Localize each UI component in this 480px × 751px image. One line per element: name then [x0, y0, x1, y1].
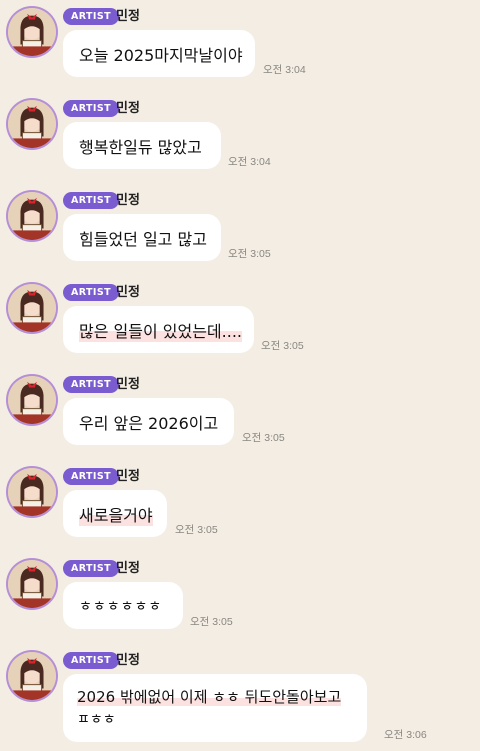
profile-photo-icon: [8, 560, 56, 608]
message-text: 힘들었던 일고 많고: [79, 229, 207, 249]
message-row: ARTIST 민정 ㅎㅎㅎㅎㅎㅎ 오전 3:05: [0, 556, 480, 648]
message-bubble[interactable]: 힘들었던 일고 많고: [63, 214, 221, 261]
message-row: ARTIST 민정 많은 일들이 있었는데.... 오전 3:05: [0, 280, 480, 372]
profile-photo-icon: [8, 376, 56, 424]
message-text: 새로을거야: [79, 501, 153, 526]
message-row: ARTIST 민정 힘들었던 일고 많고 오전 3:05: [0, 188, 480, 280]
artist-badge: ARTIST: [63, 8, 119, 25]
message-time: 오전 3:05: [228, 248, 271, 260]
avatar[interactable]: [6, 282, 58, 334]
message-row: ARTIST 민정 2026 밖에없어 이제 ㅎㅎ 뒤도안돌아보고 ㅍㅎㅎ 오전…: [0, 648, 480, 751]
avatar[interactable]: [6, 558, 58, 610]
avatar[interactable]: [6, 6, 58, 58]
avatar[interactable]: [6, 466, 58, 518]
sender-name: 민정: [116, 469, 140, 484]
message-bubble[interactable]: 많은 일들이 있었는데....: [63, 306, 254, 353]
artist-badge: ARTIST: [63, 468, 119, 485]
message-text: 우리 앞은 2026이고: [79, 413, 219, 433]
message-time: 오전 3:05: [175, 524, 218, 536]
sender-name: 민정: [116, 653, 140, 668]
profile-photo-icon: [8, 100, 56, 148]
message-text: ㅎㅎㅎㅎㅎㅎ: [79, 598, 163, 615]
message-bubble[interactable]: 우리 앞은 2026이고: [63, 398, 234, 445]
sender-name: 민정: [116, 561, 140, 576]
avatar[interactable]: [6, 374, 58, 426]
profile-photo-icon: [8, 468, 56, 516]
message-time: 오전 3:06: [384, 729, 427, 741]
message-time: 오전 3:05: [261, 340, 304, 352]
message-text-line: ㅍㅎㅎ: [77, 712, 116, 728]
artist-badge: ARTIST: [63, 192, 119, 209]
sender-name: 민정: [116, 9, 140, 24]
message-row: ARTIST 민정 행복한일듀 많았고 오전 3:04: [0, 96, 480, 188]
message-bubble[interactable]: 새로을거야: [63, 490, 167, 537]
profile-photo-icon: [8, 652, 56, 700]
profile-photo-icon: [8, 192, 56, 240]
message-time: 오전 3:05: [190, 616, 233, 628]
message-text: 오늘 2025마지막날이야: [79, 45, 243, 65]
artist-badge: ARTIST: [63, 376, 119, 393]
sender-name: 민정: [116, 285, 140, 300]
message-bubble[interactable]: 2026 밖에없어 이제 ㅎㅎ 뒤도안돌아보고 ㅍㅎㅎ: [63, 674, 367, 742]
artist-badge: ARTIST: [63, 560, 119, 577]
message-text: 많은 일들이 있었는데....: [79, 317, 242, 342]
sender-name: 민정: [116, 193, 140, 208]
message-time: 오전 3:04: [228, 156, 271, 168]
message-time: 오전 3:04: [263, 64, 306, 76]
message-time: 오전 3:05: [242, 432, 285, 444]
message-row: ARTIST 민정 우리 앞은 2026이고 오전 3:05: [0, 372, 480, 464]
message-row: ARTIST 민정 새로을거야 오전 3:05: [0, 464, 480, 556]
artist-badge: ARTIST: [63, 652, 119, 669]
avatar[interactable]: [6, 98, 58, 150]
artist-badge: ARTIST: [63, 100, 119, 117]
message-text: 행복한일듀 많았고: [79, 137, 202, 157]
message-text-line: 2026 밖에없어 이제 ㅎㅎ 뒤도안돌아보고: [77, 688, 342, 706]
artist-badge: ARTIST: [63, 284, 119, 301]
message-row: ARTIST 민정 오늘 2025마지막날이야 오전 3:04: [0, 4, 480, 96]
message-bubble[interactable]: 오늘 2025마지막날이야: [63, 30, 255, 77]
avatar[interactable]: [6, 650, 58, 702]
profile-photo-icon: [8, 8, 56, 56]
message-bubble[interactable]: 행복한일듀 많았고: [63, 122, 221, 169]
avatar[interactable]: [6, 190, 58, 242]
message-bubble[interactable]: ㅎㅎㅎㅎㅎㅎ: [63, 582, 183, 629]
profile-photo-icon: [8, 284, 56, 332]
sender-name: 민정: [116, 377, 140, 392]
sender-name: 민정: [116, 101, 140, 116]
